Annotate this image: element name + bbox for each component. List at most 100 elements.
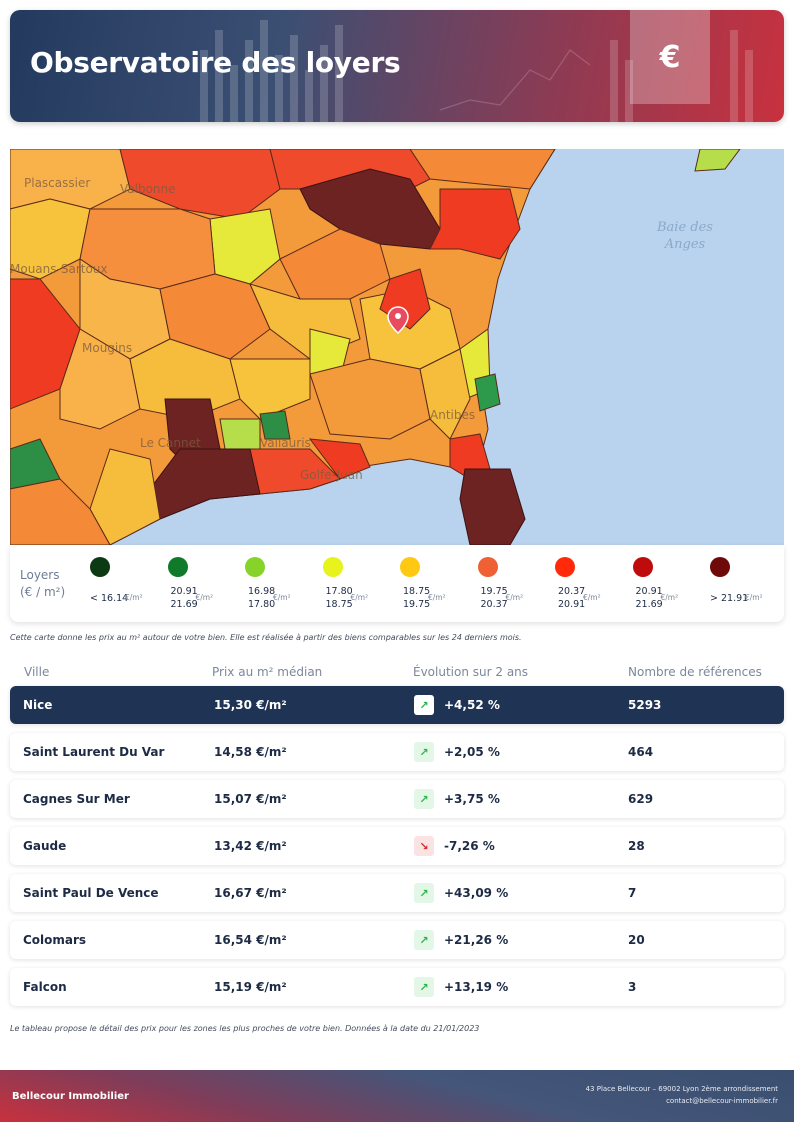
map-label-antibes: Antibes [430, 408, 475, 422]
map-label-golfe-juan: Golfe-Juan [300, 468, 363, 482]
legend-unit: €/m² [745, 593, 763, 602]
legend-range: 16.98 17.80 [248, 586, 276, 610]
legend-item: 20.91 21.69 €/m² [166, 545, 244, 622]
legend-item: 18.75 19.75 €/m² [398, 545, 476, 622]
legend-title: Loyers (€ / m²) [20, 568, 66, 599]
trend-up-icon: ↗ [414, 742, 434, 762]
cell-prix: 16,54 €/m² [214, 933, 287, 947]
cell-references: 464 [628, 745, 654, 759]
legend-color-swatch [710, 557, 730, 577]
trend-down-icon: ↘ [414, 836, 434, 856]
trend-up-icon: ↗ [414, 977, 434, 997]
cell-prix: 15,19 €/m² [214, 980, 287, 994]
cell-prix: 15,07 €/m² [214, 792, 287, 806]
legend-range: 20.91 21.69 [635, 586, 663, 610]
legend-color-swatch [632, 557, 653, 577]
cell-evolution: +3,75 % [444, 792, 500, 806]
legend-color-swatch [477, 557, 498, 577]
map-legend: Loyers (€ / m²) < 16.14 €/m² 20.91 21.69 €/m… [10, 545, 784, 622]
legend-range: 19.75 20.37 [480, 586, 508, 610]
cell-ville: Gaude [23, 839, 67, 853]
cell-evolution: +4,52 % [444, 698, 500, 712]
cell-evolution: -7,26 % [444, 839, 495, 853]
legend-item: 20.37 20.91 €/m² [553, 545, 631, 622]
table-row[interactable]: Cagnes Sur Mer 15,07 €/m² ↗ +3,75 % 629 [10, 780, 784, 818]
cell-evolution: +2,05 % [444, 745, 500, 759]
page-header: Observatoire des loyers € [10, 10, 784, 122]
map-label-baie-des: Baie des [656, 220, 713, 235]
legend-item: < 16.14 €/m² [88, 545, 166, 622]
legend-color-swatch [400, 557, 420, 577]
cell-ville: Colomars [23, 933, 87, 947]
cell-ville: Nice [23, 698, 53, 712]
legend-range: 20.37 20.91 [558, 586, 586, 610]
cell-references: 3 [628, 980, 637, 994]
table-row[interactable]: Saint Paul De Vence 16,67 €/m² ↗ +43,09 % 7 [10, 874, 784, 912]
cell-ville: Saint Laurent Du Var [23, 745, 165, 759]
table-row[interactable]: Nice 15,30 €/m² ↗ +4,52 % 5293 [10, 686, 784, 724]
legend-unit: €/m² [125, 593, 143, 602]
rent-map[interactable]: Plascassier Valbonne Mouans-Sartoux Moug… [10, 149, 784, 545]
map-label-anges: Anges [664, 237, 706, 252]
legend-item: 16.98 17.80 €/m² [243, 545, 321, 622]
legend-color-swatch [245, 557, 265, 577]
map-label-le-cannet: Le Cannet [140, 436, 201, 450]
legend-range: 20.91 21.69 [170, 586, 198, 610]
footer-address: 43 Place Bellecour – 69002 Lyon 2ème arr… [585, 1085, 778, 1093]
cell-prix: 14,58 €/m² [214, 745, 287, 759]
cell-evolution: +43,09 % [444, 886, 509, 900]
cell-ville: Falcon [23, 980, 67, 994]
legend-item: > 21.91 €/m² [708, 545, 786, 622]
legend-unit: €/m² [505, 593, 524, 602]
legend-color-swatch [555, 557, 575, 577]
euro-icon: € [630, 10, 710, 104]
legend-item: 17.80 18.75 €/m² [321, 545, 399, 622]
table-row[interactable]: Falcon 15,19 €/m² ↗ +13,19 % 3 [10, 968, 784, 1006]
legend-range: > 21.91 [710, 593, 749, 604]
page-title: Observatoire des loyers [30, 46, 401, 79]
table-row[interactable]: Gaude 13,42 €/m² ↘ -7,26 % 28 [10, 827, 784, 865]
legend-item: 20.91 21.69 €/m² [631, 545, 709, 622]
legend-range: 18.75 19.75 [403, 586, 431, 610]
legend-range: < 16.14 [90, 593, 129, 604]
legend-unit: €/m² [660, 593, 679, 602]
column-header-ville: Ville [24, 665, 50, 679]
cell-prix: 15,30 €/m² [214, 698, 287, 712]
cell-references: 7 [628, 886, 637, 900]
table-note: Le tableau propose le détail des prix po… [10, 1024, 480, 1033]
trend-up-icon: ↗ [414, 789, 434, 809]
cell-prix: 13,42 €/m² [214, 839, 287, 853]
legend-range: 17.80 18.75 [325, 586, 353, 610]
map-canvas: Plascassier Valbonne Mouans-Sartoux Moug… [10, 149, 784, 545]
cell-references: 20 [628, 933, 645, 947]
column-header-evolution: Évolution sur 2 ans [413, 665, 529, 679]
cell-references: 629 [628, 792, 654, 806]
column-header-prix: Prix au m² médian [212, 665, 323, 679]
cell-references: 5293 [628, 698, 662, 712]
legend-unit: €/m² [350, 593, 369, 602]
page-footer: Bellecour Immobilier 43 Place Bellecour … [0, 1070, 794, 1122]
legend-unit: €/m² [583, 593, 601, 602]
map-label-mougins: Mougins [82, 341, 132, 355]
footer-email[interactable]: contact@bellecour-immobilier.fr [586, 1095, 778, 1107]
cell-references: 28 [628, 839, 645, 853]
map-label-mouans-sartoux: Mouans-Sartoux [10, 262, 108, 276]
legend-unit: €/m² [273, 593, 291, 602]
cell-prix: 16,67 €/m² [214, 886, 287, 900]
legend-color-swatch [167, 557, 188, 577]
trend-up-icon: ↗ [414, 930, 434, 950]
legend-unit: €/m² [195, 593, 214, 602]
legend-unit: €/m² [428, 593, 446, 602]
table-row[interactable]: Colomars 16,54 €/m² ↗ +21,26 % 20 [10, 921, 784, 959]
legend-item: 19.75 20.37 €/m² [476, 545, 554, 622]
map-label-plascassier: Plascassier [24, 176, 90, 190]
legend-color-swatch [90, 557, 110, 577]
map-label-valbonne: Valbonne [120, 182, 176, 196]
trend-up-icon: ↗ [414, 883, 434, 903]
table-row[interactable]: Saint Laurent Du Var 14,58 €/m² ↗ +2,05 % 46… [10, 733, 784, 771]
cell-ville: Cagnes Sur Mer [23, 792, 130, 806]
cell-evolution: +13,19 % [444, 980, 509, 994]
legend-color-swatch [322, 557, 343, 577]
column-header-references: Nombre de références [628, 665, 762, 679]
cell-evolution: +21,26 % [444, 933, 509, 947]
